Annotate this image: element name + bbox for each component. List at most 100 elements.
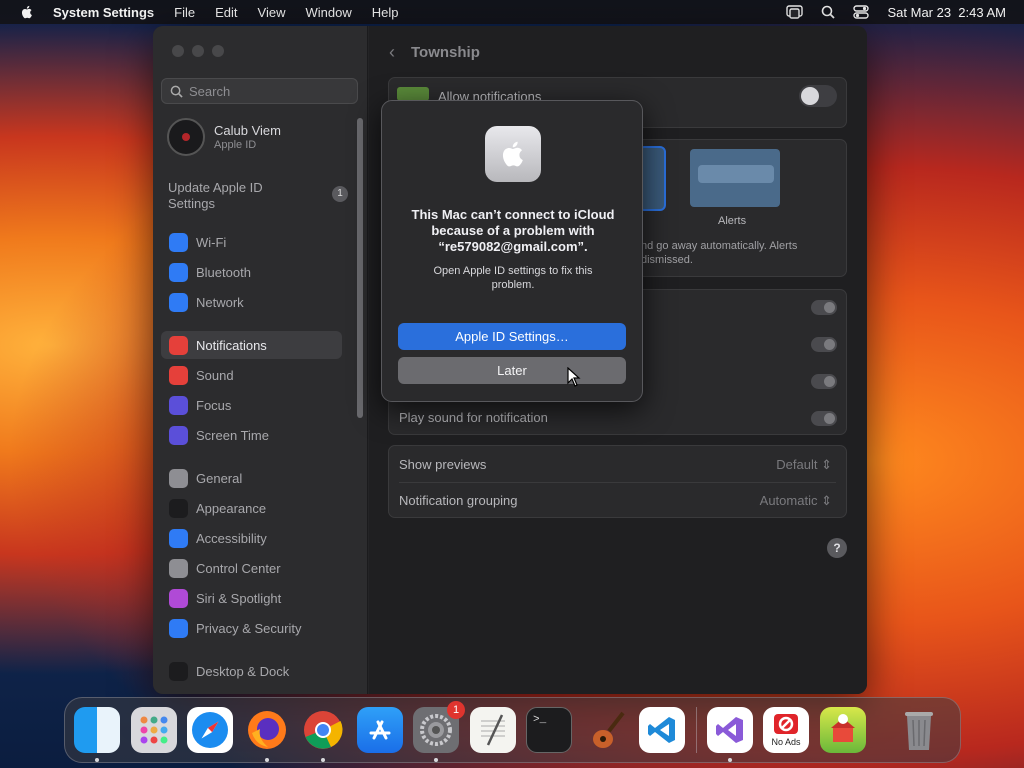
app-store-icon[interactable] xyxy=(356,707,403,753)
system-settings-icon[interactable]: 1 xyxy=(413,701,465,762)
preview-panel: Show previews Default ⇕ Notification gro… xyxy=(388,445,847,518)
firefox-icon[interactable] xyxy=(244,707,290,762)
apple-id-profile[interactable]: Calub Viem Apple ID xyxy=(167,118,281,156)
safari-icon[interactable] xyxy=(187,707,233,753)
bell-icon xyxy=(169,335,188,355)
search-icon[interactable] xyxy=(821,5,836,19)
sidebar-item-notifications[interactable]: Notifications xyxy=(161,331,342,359)
sidebar-item-siri-spotlight[interactable]: Siri & Spotlight xyxy=(161,584,342,612)
finder-icon[interactable] xyxy=(74,707,120,762)
menu-app-name[interactable]: System Settings xyxy=(53,5,154,20)
sidebar-item-label: Privacy & Security xyxy=(196,620,302,636)
option-toggle-2[interactable] xyxy=(811,337,837,352)
search-input[interactable] xyxy=(189,83,349,99)
sidebar-group-network: Wi-Fi Bluetooth Network xyxy=(161,228,342,318)
accessibility-icon xyxy=(169,528,188,548)
menu-clock[interactable]: Sat Mar 23 2:43 AM xyxy=(887,5,1006,20)
screen-mirroring-icon[interactable] xyxy=(786,5,804,19)
dock-icon xyxy=(169,661,188,681)
profile-subtitle: Apple ID xyxy=(214,139,257,151)
control-center-icon xyxy=(169,558,188,578)
no-ads-icon[interactable]: No Ads xyxy=(763,707,809,753)
alerts-style-preview[interactable] xyxy=(690,149,780,207)
trash-icon[interactable] xyxy=(896,707,942,753)
grouping-select[interactable]: Automatic ⇕ xyxy=(760,493,832,509)
help-button[interactable]: ? xyxy=(827,538,847,558)
show-previews-select[interactable]: Default ⇕ xyxy=(776,457,832,473)
profile-name: Calub Viem xyxy=(214,123,281,138)
stepper-icon: ⇕ xyxy=(821,493,832,508)
sidebar-item-label: Screen Time xyxy=(196,427,269,443)
sidebar-item-privacy-security[interactable]: Privacy & Security xyxy=(161,614,342,642)
sidebar-item-wi-fi[interactable]: Wi-Fi xyxy=(161,228,342,256)
update-badge: 1 xyxy=(332,186,348,202)
dock-separator xyxy=(695,707,697,753)
close-button[interactable] xyxy=(172,45,184,57)
menu-edit[interactable]: Edit xyxy=(215,5,237,20)
terminal-icon[interactable]: >_ xyxy=(526,707,572,753)
sidebar-item-label: Desktop & Dock xyxy=(196,663,290,679)
avatar xyxy=(167,118,205,156)
sidebar-item-label: Focus xyxy=(196,397,232,413)
alerts-style-label: Alerts xyxy=(718,215,747,227)
settings-badge: 1 xyxy=(447,701,465,719)
option-toggle-3[interactable] xyxy=(811,374,837,389)
alert-message: This Mac can’t connect to iCloud because… xyxy=(411,207,615,254)
textedit-icon[interactable] xyxy=(469,707,516,753)
sidebar-item-label: Sound xyxy=(196,367,234,383)
garageband-icon[interactable] xyxy=(583,707,629,753)
search-field[interactable] xyxy=(161,78,358,104)
back-chevron-icon[interactable]: ‹ xyxy=(389,42,395,63)
vscode-icon[interactable] xyxy=(639,707,685,753)
menu-view[interactable]: View xyxy=(258,5,286,20)
launchpad-icon[interactable] xyxy=(130,707,177,753)
allow-notifications-toggle[interactable] xyxy=(799,85,837,107)
sidebar-item-appearance[interactable]: Appearance xyxy=(161,494,342,522)
icloud-alert-dialog: This Mac can’t connect to iCloud because… xyxy=(381,100,643,402)
bluetooth-icon xyxy=(169,262,188,282)
search-icon xyxy=(170,85,183,98)
update-apple-id-item[interactable]: Update Apple ID Settings 1 xyxy=(168,180,348,212)
sidebar-item-desktop-dock[interactable]: Desktop & Dock xyxy=(161,657,342,685)
sidebar: Calub Viem Apple ID Update Apple ID Sett… xyxy=(153,26,368,694)
menu-file[interactable]: File xyxy=(174,5,195,20)
sidebar-item-label: General xyxy=(196,470,243,486)
apple-id-settings-button[interactable]: Apple ID Settings… xyxy=(398,323,626,350)
appearance-icon xyxy=(169,498,188,518)
gear-icon xyxy=(169,468,188,488)
sidebar-item-label: Accessibility xyxy=(196,530,267,546)
sidebar-item-network[interactable]: Network xyxy=(161,288,342,316)
minimize-button[interactable] xyxy=(192,45,204,57)
sidebar-item-control-center[interactable]: Control Center xyxy=(161,554,342,582)
chrome-icon[interactable] xyxy=(300,707,346,762)
apple-logo-icon xyxy=(485,126,541,182)
sidebar-scrollbar[interactable] xyxy=(357,118,363,418)
sidebar-group-notifications: Notifications Sound Focus Screen Time xyxy=(161,331,342,451)
sidebar-item-general[interactable]: General xyxy=(161,464,342,492)
update-apple-id-label: Update Apple ID Settings xyxy=(168,180,263,211)
window-controls xyxy=(172,45,224,57)
control-center-icon[interactable] xyxy=(853,5,870,19)
sidebar-item-bluetooth[interactable]: Bluetooth xyxy=(161,258,342,286)
play-sound-toggle[interactable] xyxy=(811,411,837,426)
speaker-icon xyxy=(169,365,188,385)
sidebar-item-focus[interactable]: Focus xyxy=(161,391,342,419)
sidebar-item-sound[interactable]: Sound xyxy=(161,361,342,389)
sidebar-group-desktop: Desktop & Dock xyxy=(161,657,342,687)
menu-help[interactable]: Help xyxy=(372,5,399,20)
sidebar-item-label: Wi-Fi xyxy=(196,234,227,250)
alert-info: Open Apple ID settings to fix this probl… xyxy=(433,265,593,291)
sidebar-item-label: Control Center xyxy=(196,560,281,576)
menu-window[interactable]: Window xyxy=(305,5,351,20)
apple-menu-icon[interactable] xyxy=(19,4,35,20)
sidebar-item-accessibility[interactable]: Accessibility xyxy=(161,524,342,552)
option-toggle-1[interactable] xyxy=(811,300,837,315)
app-icon xyxy=(397,87,429,101)
township-icon[interactable] xyxy=(819,707,866,753)
later-button[interactable]: Later xyxy=(398,357,626,384)
siri-icon xyxy=(169,588,188,608)
zoom-button[interactable] xyxy=(212,45,224,57)
visual-studio-icon[interactable] xyxy=(706,707,753,762)
sidebar-item-screen-time[interactable]: Screen Time xyxy=(161,421,342,449)
stepper-icon: ⇕ xyxy=(821,457,832,472)
